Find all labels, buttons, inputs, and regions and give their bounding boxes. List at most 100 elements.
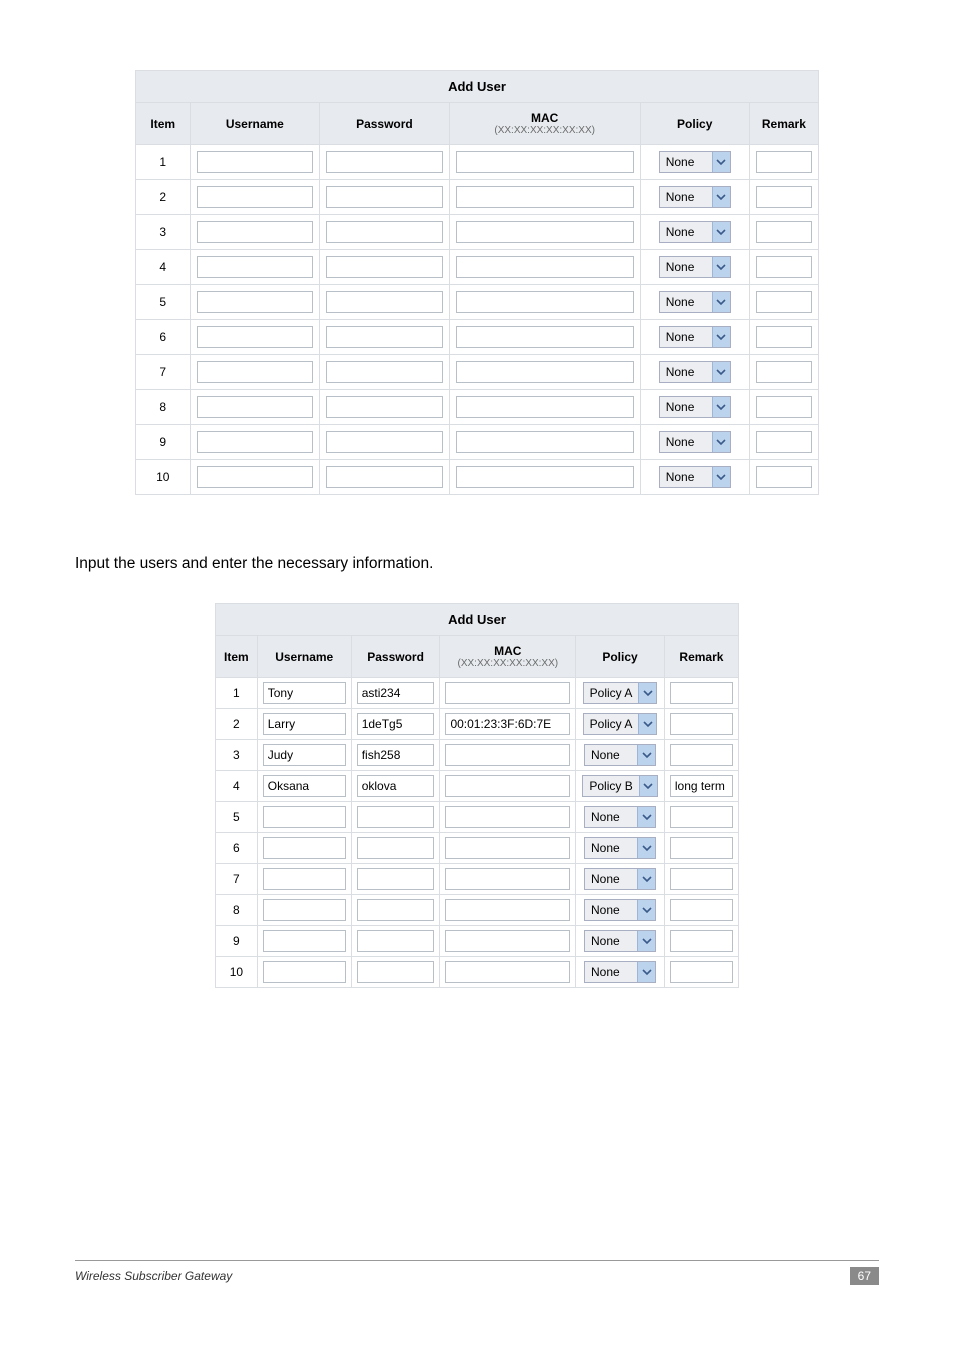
user-input[interactable] (197, 186, 314, 208)
pass-input[interactable] (326, 361, 443, 383)
user-input[interactable] (197, 466, 314, 488)
pass-input[interactable] (326, 396, 443, 418)
mac-input[interactable] (456, 186, 634, 208)
user-input[interactable] (263, 899, 346, 921)
remark-input[interactable] (670, 713, 733, 735)
remark-input[interactable] (670, 961, 733, 983)
pass-input[interactable] (326, 256, 443, 278)
pass-input[interactable] (357, 682, 435, 704)
policy-select[interactable]: None (659, 221, 731, 243)
mac-input[interactable] (456, 291, 634, 313)
user-input[interactable] (197, 291, 314, 313)
policy-select[interactable]: Policy A (583, 713, 658, 735)
user-input[interactable] (263, 961, 346, 983)
user-input[interactable] (263, 868, 346, 890)
mac-input[interactable] (445, 713, 570, 735)
remark-input[interactable] (756, 396, 812, 418)
policy-select[interactable]: None (659, 256, 731, 278)
pass-input[interactable] (326, 466, 443, 488)
user-input[interactable] (263, 930, 346, 952)
pass-input[interactable] (326, 186, 443, 208)
mac-input[interactable] (445, 930, 570, 952)
pass-input[interactable] (357, 806, 435, 828)
remark-input[interactable] (756, 151, 812, 173)
mac-input[interactable] (445, 806, 570, 828)
pass-input[interactable] (357, 899, 435, 921)
remark-input[interactable] (670, 930, 733, 952)
remark-input[interactable] (756, 291, 812, 313)
policy-select[interactable]: None (584, 837, 656, 859)
mac-input[interactable] (456, 431, 634, 453)
user-input[interactable] (263, 744, 346, 766)
remark-input[interactable] (756, 361, 812, 383)
policy-select[interactable]: None (584, 806, 656, 828)
pass-input[interactable] (326, 431, 443, 453)
pass-input[interactable] (326, 221, 443, 243)
remark-input[interactable] (756, 186, 812, 208)
remark-input[interactable] (756, 326, 812, 348)
pass-input[interactable] (357, 713, 435, 735)
pass-input[interactable] (357, 744, 435, 766)
user-input[interactable] (263, 713, 346, 735)
user-input[interactable] (263, 837, 346, 859)
policy-select[interactable]: None (659, 396, 731, 418)
remark-input[interactable] (670, 682, 733, 704)
policy-select[interactable]: None (584, 930, 656, 952)
policy-select[interactable]: None (659, 431, 731, 453)
mac-input[interactable] (456, 361, 634, 383)
pass-input[interactable] (357, 837, 435, 859)
user-input[interactable] (197, 396, 314, 418)
user-input[interactable] (263, 775, 346, 797)
user-input[interactable] (263, 682, 346, 704)
user-input[interactable] (197, 326, 314, 348)
policy-select[interactable]: None (659, 186, 731, 208)
policy-select[interactable]: None (659, 326, 731, 348)
policy-select[interactable]: None (584, 961, 656, 983)
pass-input[interactable] (357, 775, 435, 797)
mac-input[interactable] (445, 775, 570, 797)
pass-input[interactable] (326, 326, 443, 348)
mac-input[interactable] (445, 837, 570, 859)
mac-input[interactable] (445, 868, 570, 890)
mac-input[interactable] (445, 899, 570, 921)
pass-input[interactable] (357, 868, 435, 890)
pass-input[interactable] (357, 930, 435, 952)
pass-input[interactable] (326, 151, 443, 173)
remark-input[interactable] (756, 466, 812, 488)
remark-input[interactable] (670, 899, 733, 921)
pass-input[interactable] (326, 291, 443, 313)
policy-select[interactable]: None (659, 361, 731, 383)
user-input[interactable] (263, 806, 346, 828)
user-input[interactable] (197, 221, 314, 243)
policy-select[interactable]: Policy A (583, 682, 658, 704)
user-input[interactable] (197, 431, 314, 453)
user-input[interactable] (197, 361, 314, 383)
policy-select[interactable]: None (659, 466, 731, 488)
policy-select[interactable]: None (584, 899, 656, 921)
user-input[interactable] (197, 256, 314, 278)
mac-input[interactable] (456, 326, 634, 348)
remark-input[interactable] (756, 221, 812, 243)
remark-input[interactable] (756, 256, 812, 278)
mac-input[interactable] (456, 256, 634, 278)
mac-input[interactable] (445, 961, 570, 983)
policy-select[interactable]: None (659, 151, 731, 173)
remark-input[interactable] (756, 431, 812, 453)
remark-input[interactable] (670, 868, 733, 890)
remark-input[interactable] (670, 837, 733, 859)
policy-select[interactable]: None (584, 744, 656, 766)
policy-select[interactable]: None (584, 868, 656, 890)
policy-select[interactable]: Policy B (582, 775, 657, 797)
mac-input[interactable] (445, 682, 570, 704)
mac-input[interactable] (456, 151, 634, 173)
remark-input[interactable] (670, 775, 733, 797)
mac-input[interactable] (445, 744, 570, 766)
remark-input[interactable] (670, 744, 733, 766)
user-input[interactable] (197, 151, 314, 173)
mac-input[interactable] (456, 396, 634, 418)
mac-input[interactable] (456, 466, 634, 488)
remark-input[interactable] (670, 806, 733, 828)
pass-input[interactable] (357, 961, 435, 983)
mac-input[interactable] (456, 221, 634, 243)
policy-select[interactable]: None (659, 291, 731, 313)
